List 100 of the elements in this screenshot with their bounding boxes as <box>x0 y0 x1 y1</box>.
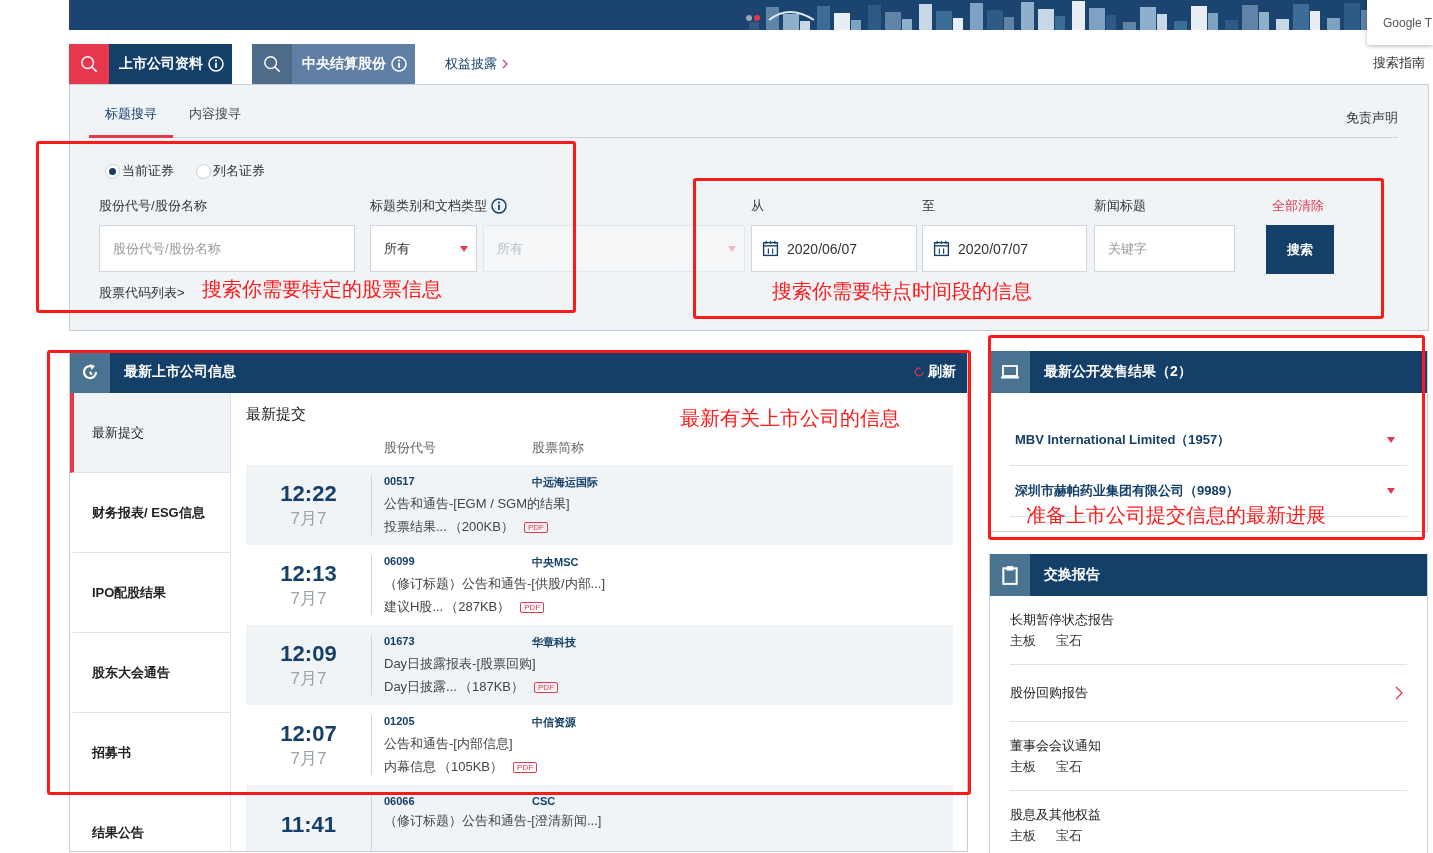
pdf-badge: PDF <box>523 521 548 533</box>
date-field[interactable]: 2020/07/07 <box>922 225 1087 272</box>
report-link[interactable]: 股息及其他权益 <box>1010 805 1407 824</box>
chevron-icon <box>502 59 508 69</box>
file-size: （187KB） <box>458 678 524 696</box>
stock-code: 01673 <box>384 635 416 649</box>
calendar-icon <box>762 240 779 257</box>
annotation-text: 搜索你需要特定的股票信息 <box>202 277 442 301</box>
filing-time: 12:07 <box>279 720 338 747</box>
stock-name: 中央MSC <box>532 555 579 570</box>
report-link[interactable]: 长期暂停状态报告 <box>1010 610 1407 629</box>
category-item[interactable]: 股东大会通告 <box>70 633 230 713</box>
mode-tab[interactable]: 标题搜寻 <box>89 105 173 138</box>
filing-date: 7月7 <box>289 587 328 610</box>
stock-name: 华章科技 <box>532 635 576 650</box>
laptop-icon <box>1000 362 1020 382</box>
report-tag-link[interactable]: 主板 <box>1010 631 1036 650</box>
stock-code: 06099 <box>384 555 416 569</box>
chevron-icon <box>1395 686 1403 700</box>
calendar-icon <box>933 240 950 257</box>
panel-title: 最新上市公司信息 <box>124 363 236 381</box>
clipboard-icon <box>1000 565 1020 585</box>
report-link[interactable]: 股份回购报告 <box>1010 665 1407 722</box>
column-header: 股份代号 <box>384 439 437 457</box>
report-tag-link[interactable]: 宝石 <box>1056 826 1082 845</box>
panel-title: 最新公开发售结果（2） <box>1044 363 1192 381</box>
pdf-badge: PDF <box>513 761 538 773</box>
filing-time: 12:09 <box>279 640 338 667</box>
radio-button[interactable] <box>105 163 120 179</box>
category-item[interactable]: 结果公告 <box>70 793 230 851</box>
search-icon <box>263 55 281 73</box>
translate-popup[interactable]: Google T <box>1367 0 1433 45</box>
dropdown[interactable]: 所有 <box>370 225 477 272</box>
radio-label[interactable]: 列名证券 <box>213 162 265 180</box>
stock-code: 00517 <box>384 475 416 489</box>
column-header: 股票简称 <box>532 439 584 457</box>
caret-icon <box>728 245 736 252</box>
mode-tab[interactable]: 内容搜寻 <box>173 105 257 138</box>
document-link[interactable]: 投票结果... <box>384 518 447 536</box>
disclosure-link[interactable]: 权益披露 <box>445 55 508 73</box>
field-label: 至 <box>922 197 935 215</box>
filing-headline-link[interactable]: （修订标题）公告和通告-[澄清新闻...] <box>384 812 602 830</box>
keyword-field[interactable]: 关键字 <box>1094 225 1235 272</box>
stock-name: 中远海运国际 <box>532 475 598 490</box>
document-link[interactable]: 建议H股... <box>384 598 444 616</box>
category-item[interactable]: 财务报表/ ESG信息 <box>70 473 230 553</box>
disclaimer-link[interactable]: 免责声明 <box>1346 109 1398 137</box>
filing-time: 11:41 <box>279 812 338 838</box>
report-tag-link[interactable]: 宝石 <box>1056 757 1082 776</box>
offer-item[interactable]: MBV International Limited（1957） <box>1010 415 1407 466</box>
report-tag-link[interactable]: 主板 <box>1010 826 1036 845</box>
field-label: 从 <box>751 197 764 215</box>
filing-date: 7月7 <box>289 667 328 690</box>
file-size: （287KB） <box>445 598 511 616</box>
filing-time: 12:22 <box>279 480 338 507</box>
pdf-badge: PDF <box>520 601 545 613</box>
stock-code: 01205 <box>384 715 416 729</box>
caret-icon <box>460 245 468 252</box>
report-tag-link[interactable]: 宝石 <box>1056 631 1082 650</box>
file-size: （200KB） <box>448 518 514 536</box>
filing-headline-link[interactable]: 公告和通告-[EGM / SGM的结果] <box>384 495 598 513</box>
refresh-icon <box>80 362 100 382</box>
report-link[interactable]: 董事会会议通知 <box>1010 736 1407 755</box>
stock-search-field[interactable]: 股份代号/股份名称 <box>99 225 355 272</box>
filing-time: 12:13 <box>279 560 338 587</box>
document-link[interactable]: 内幕信息 <box>384 758 436 776</box>
date-field[interactable]: 2020/06/07 <box>751 225 917 272</box>
stock-list-link[interactable]: 股票代码列表> <box>99 284 185 302</box>
annotation-text: 最新有关上市公司的信息 <box>680 406 900 430</box>
category-item[interactable]: 最新提交 <box>70 393 230 473</box>
stock-name: CSC <box>532 795 556 807</box>
filing-date: 7月7 <box>289 507 328 530</box>
search-guide-link[interactable]: 搜索指南 <box>1373 54 1425 72</box>
panel-title: 交换报告 <box>1044 566 1100 584</box>
stock-code: 06066 <box>384 795 416 807</box>
document-link[interactable]: Day日披露... <box>384 678 457 696</box>
refresh-button[interactable]: 刷新 <box>914 363 956 381</box>
clear-all-link[interactable]: 全部清除 <box>1272 197 1324 215</box>
category-item[interactable]: 招募书 <box>70 713 230 793</box>
list-title: 最新提交 <box>246 405 306 424</box>
filing-headline-link[interactable]: （修订标题）公告和通告-[供股/内部...] <box>384 575 605 593</box>
field-label: 股份代号/股份名称 <box>99 197 207 215</box>
filing-headline-link[interactable]: Day日披露报表-[股票回购] <box>384 655 576 673</box>
radio-button[interactable] <box>196 163 211 179</box>
report-tag-link[interactable]: 主板 <box>1010 757 1036 776</box>
popup-text: Google T <box>1383 15 1433 30</box>
category-item[interactable]: IPO配股结果 <box>70 553 230 633</box>
field-label: 标题类别和文档类型 <box>370 197 487 215</box>
info-icon[interactable] <box>491 198 507 214</box>
file-size: （105KB） <box>438 758 504 776</box>
filing-date: 7月7 <box>289 747 328 770</box>
search-button[interactable]: 搜索 <box>1266 225 1334 274</box>
search-icon <box>80 55 98 73</box>
field-label: 新闻标题 <box>1094 197 1146 215</box>
pdf-badge: PDF <box>534 681 558 693</box>
radio-label[interactable]: 当前证券 <box>122 162 174 180</box>
filing-headline-link[interactable]: 公告和通告-[内部信息] <box>384 735 576 753</box>
annotation-text: 搜索你需要特点时间段的信息 <box>772 279 1032 303</box>
refresh-icon <box>914 367 924 377</box>
stock-name: 中信资源 <box>532 715 576 730</box>
